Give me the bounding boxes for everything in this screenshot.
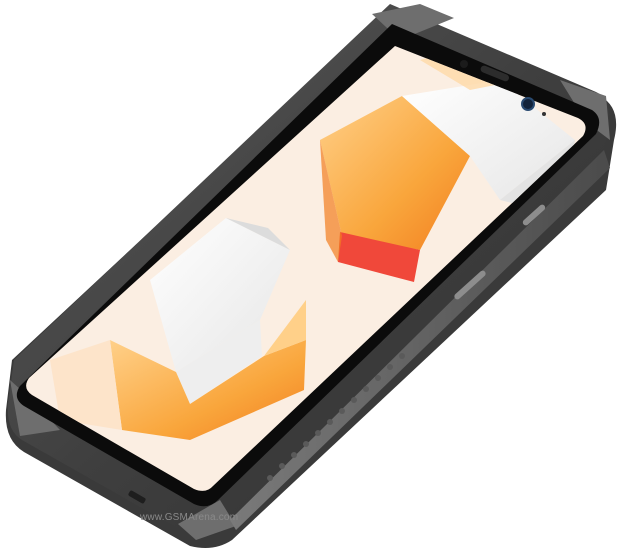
sensor-icon xyxy=(460,60,468,68)
led-icon xyxy=(542,112,546,116)
product-photo: www.GSMArena.com xyxy=(0,0,623,550)
front-camera-icon xyxy=(521,97,535,111)
watermark-text: www.GSMArena.com xyxy=(140,512,239,523)
phone-illustration xyxy=(5,4,617,548)
